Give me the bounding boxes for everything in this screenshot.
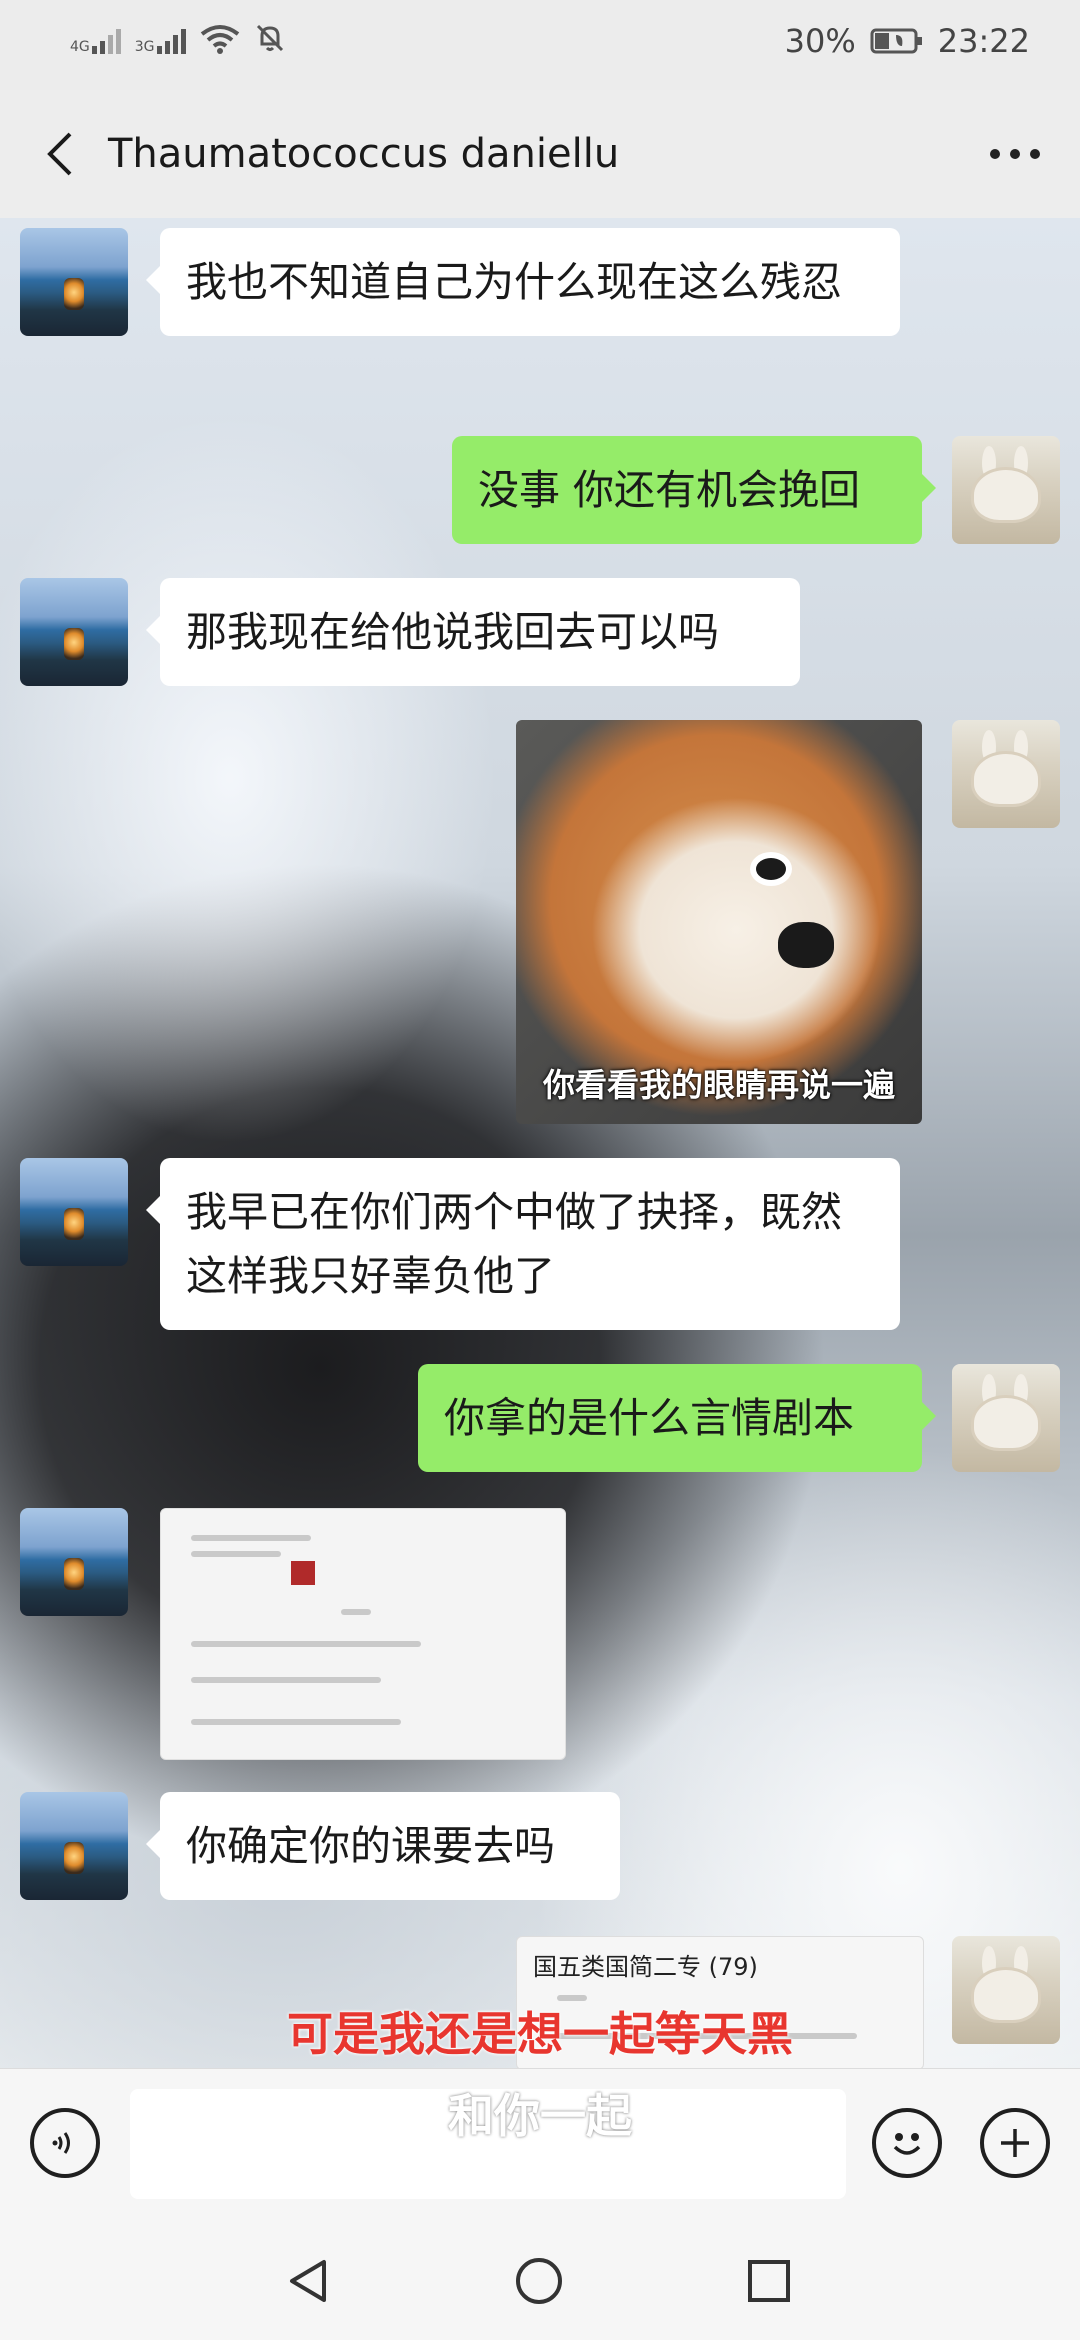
message-bubble-sent[interactable]: 没事 你还有机会挽回	[452, 436, 936, 544]
message-text: 我早已在你们两个中做了抉择，既然这样我只好辜负他了	[186, 1188, 842, 1300]
network-type-1: 4G	[70, 39, 90, 55]
message-text: 你拿的是什么言情剧本	[444, 1394, 854, 1442]
self-avatar[interactable]	[952, 436, 1060, 544]
dog-nose	[778, 922, 834, 968]
message-text: 我也不知道自己为什么现在这么残忍	[186, 258, 842, 306]
message-bubble-received[interactable]: 你确定你的课要去吗	[146, 1792, 620, 1900]
system-navigation-bar	[0, 2216, 1080, 2340]
cellular-signal-1: 4G	[70, 26, 121, 54]
lyric-subtitle-line-1: 可是我还是想一起等天黑	[287, 2007, 793, 2061]
message-bubble-sent[interactable]: 你拿的是什么言情剧本	[418, 1364, 936, 1472]
contact-avatar[interactable]	[20, 1158, 128, 1266]
more-dots-icon[interactable]	[980, 132, 1050, 176]
nav-recent-icon[interactable]	[744, 2256, 794, 2306]
mute-bell-icon	[256, 24, 283, 52]
nav-back-icon[interactable]	[284, 2256, 334, 2306]
battery-icon	[870, 28, 922, 54]
self-avatar[interactable]	[952, 1364, 1060, 1472]
message-bubble-received[interactable]: 我也不知道自己为什么现在这么残忍	[146, 228, 900, 336]
contact-avatar[interactable]	[20, 1792, 128, 1900]
screenshot-caption: 国五类国简二专 (79)	[533, 1953, 758, 1981]
voice-icon[interactable]	[30, 2108, 100, 2178]
message-text: 没事 你还有机会挽回	[478, 466, 861, 514]
chat-title: Thaumatococcus daniellu	[108, 131, 620, 177]
sticker-caption: 你看看我的眼睛再说一遍	[542, 1066, 895, 1104]
contact-avatar[interactable]	[20, 228, 128, 336]
status-right: 30% 23:22	[785, 22, 1030, 60]
network-type-2: 3G	[134, 39, 155, 55]
back-arrow-icon[interactable]	[36, 126, 92, 182]
nav-home-icon[interactable]	[514, 2256, 564, 2306]
message-text: 你确定你的课要去吗	[186, 1822, 555, 1870]
message-text: 那我现在给他说我回去可以吗	[186, 608, 719, 656]
sticker-image[interactable]: 你看看我的眼睛再说一遍	[516, 720, 922, 1124]
clock: 23:22	[937, 22, 1030, 60]
lyric-subtitle-line-2: 和你一起	[448, 2089, 632, 2143]
signal-bars-icon	[156, 26, 186, 54]
contact-avatar[interactable]	[20, 1508, 128, 1616]
dog-eye	[756, 858, 786, 880]
cellular-signal-2: 3G	[135, 26, 186, 54]
message-bubble-received[interactable]: 那我现在给他说我回去可以吗	[146, 578, 800, 686]
status-bar: 4G 3G 30% 23:22	[0, 0, 1080, 90]
status-left: 4G 3G	[70, 22, 286, 54]
message-bubble-received[interactable]: 我早已在你们两个中做了抉择，既然这样我只好辜负他了	[146, 1158, 900, 1330]
plus-icon[interactable]	[980, 2108, 1050, 2178]
wifi-icon	[200, 25, 239, 54]
contact-avatar[interactable]	[20, 578, 128, 686]
battery-percent: 30%	[784, 22, 856, 60]
signal-bars-icon	[91, 26, 121, 54]
screenshot-image[interactable]	[160, 1508, 566, 1760]
self-avatar[interactable]	[952, 720, 1060, 828]
chat-header: Thaumatococcus daniellu	[0, 90, 1080, 218]
